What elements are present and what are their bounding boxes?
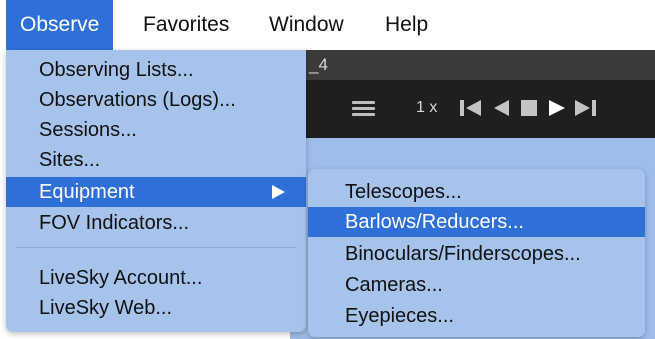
window-title: _4 xyxy=(309,55,328,74)
menu-item-label: Barlows/Reducers... xyxy=(345,211,524,233)
stop-icon[interactable] xyxy=(520,99,538,117)
submenu-item-telescopes[interactable]: Telescopes... xyxy=(308,177,645,207)
menu-item-label: Eyepieces... xyxy=(345,305,454,327)
menu-item-label: Cameras... xyxy=(345,274,443,296)
menu-item-label: Observations (Logs)... xyxy=(39,89,236,111)
menu-item-fov-indicators[interactable]: FOV Indicators... xyxy=(6,208,306,238)
play-icon[interactable] xyxy=(548,99,566,117)
skip-to-start-icon[interactable] xyxy=(460,99,482,117)
submenu-item-eyepieces[interactable]: Eyepieces... xyxy=(308,301,645,331)
menu-item-sessions[interactable]: Sessions... xyxy=(6,115,306,145)
menu-item-label: Observing Lists... xyxy=(39,59,194,81)
step-back-icon[interactable] xyxy=(492,99,510,117)
menu-item-livesky-account[interactable]: LiveSky Account... xyxy=(6,263,306,293)
menu-item-label: Sites... xyxy=(39,149,101,171)
menu-item-observing-lists[interactable]: Observing Lists... xyxy=(6,55,306,85)
menubar-window[interactable]: Window xyxy=(269,0,344,50)
menu-item-livesky-web[interactable]: LiveSky Web... xyxy=(6,293,306,323)
playback-speed-label[interactable]: 1 x xyxy=(416,99,437,117)
window-titlebar: _4 xyxy=(290,50,655,80)
menu-item-label: LiveSky Account... xyxy=(39,267,203,289)
submenu-item-cameras[interactable]: Cameras... xyxy=(308,270,645,300)
menu-item-sites[interactable]: Sites... xyxy=(6,145,306,175)
menubar-favorites[interactable]: Favorites xyxy=(143,0,229,50)
hamburger-menu-icon[interactable] xyxy=(352,101,375,117)
menu-item-label: Sessions... xyxy=(39,119,137,141)
playback-toolbar: 1 x xyxy=(290,80,655,138)
menubar-observe[interactable]: Observe xyxy=(6,0,114,50)
menu-item-equipment[interactable]: Equipment xyxy=(6,177,306,207)
menu-bar: Observe Favorites Window Help xyxy=(0,0,655,50)
submenu-arrow-icon xyxy=(272,185,285,199)
submenu-item-barlows-reducers[interactable]: Barlows/Reducers... xyxy=(308,207,645,237)
menu-item-label: LiveSky Web... xyxy=(39,297,173,319)
menu-item-label: Telescopes... xyxy=(345,181,462,203)
menu-item-label: FOV Indicators... xyxy=(39,212,190,234)
observe-menu: Observing Lists... Observations (Logs)..… xyxy=(6,50,306,332)
equipment-submenu: Telescopes... Barlows/Reducers... Binocu… xyxy=(308,169,645,337)
submenu-item-binoculars-finderscopes[interactable]: Binoculars/Finderscopes... xyxy=(308,239,645,269)
menu-item-label: Binoculars/Finderscopes... xyxy=(345,243,581,265)
skip-to-end-icon[interactable] xyxy=(574,99,596,117)
menu-separator xyxy=(16,247,296,248)
menubar-help[interactable]: Help xyxy=(385,0,428,50)
menu-item-label: Equipment xyxy=(39,181,135,203)
menu-item-observations-logs[interactable]: Observations (Logs)... xyxy=(6,85,306,115)
